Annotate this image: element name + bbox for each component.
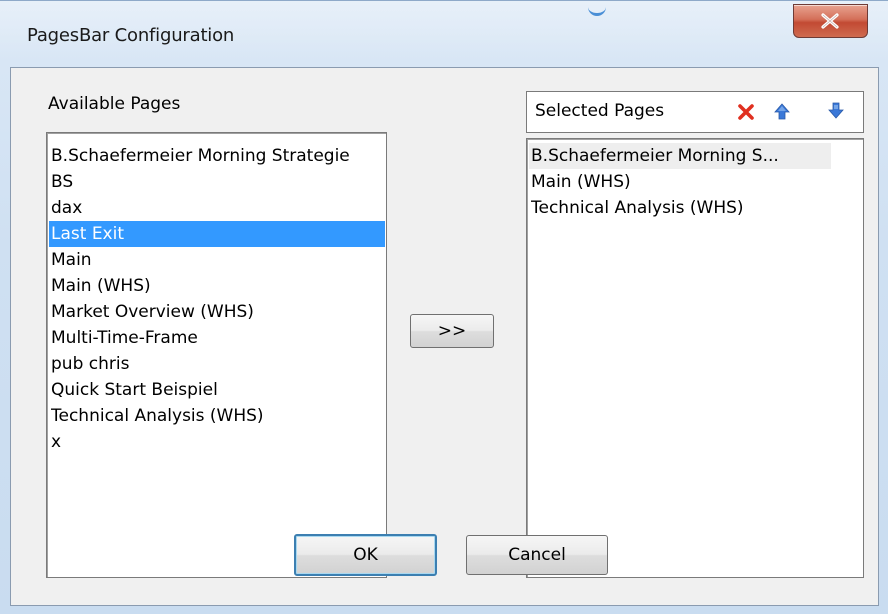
delete-icon[interactable]	[737, 103, 755, 121]
list-item[interactable]: Technical Analysis (WHS)	[531, 195, 744, 221]
selected-pages-header: Selected Pages	[526, 91, 864, 133]
selected-pages-list[interactable]: B.Schaefermeier Morning S... Main (WHS) …	[526, 138, 864, 578]
list-item[interactable]: Market Overview (WHS)	[51, 299, 254, 325]
available-pages-label: Available Pages	[48, 94, 181, 114]
close-button[interactable]	[793, 4, 868, 38]
list-item[interactable]: Quick Start Beispiel	[51, 377, 218, 403]
available-pages-list[interactable]: B.Schaefermeier Morning Strategie BS dax…	[46, 132, 387, 578]
cancel-button[interactable]: Cancel	[466, 535, 608, 575]
close-icon	[821, 13, 839, 29]
window-title: PagesBar Configuration	[27, 25, 235, 46]
move-up-icon[interactable]	[774, 103, 790, 121]
list-item[interactable]: Multi-Time-Frame	[51, 325, 198, 351]
list-item[interactable]: BS	[51, 169, 73, 195]
list-item[interactable]: B.Schaefermeier Morning Strategie	[51, 143, 382, 169]
ok-button[interactable]: OK	[294, 534, 437, 576]
list-item-focused[interactable]: B.Schaefermeier Morning S...	[529, 143, 831, 169]
list-item-selected[interactable]: Last Exit	[49, 221, 385, 247]
list-item[interactable]: Technical Analysis (WHS)	[51, 403, 264, 429]
move-down-icon[interactable]	[828, 102, 844, 120]
list-item[interactable]: dax	[51, 195, 82, 221]
list-item[interactable]: Main	[51, 247, 92, 273]
list-item[interactable]: pub chris	[51, 351, 129, 377]
cancel-button-label: Cancel	[508, 545, 566, 565]
list-item[interactable]: Main (WHS)	[531, 169, 631, 195]
list-item[interactable]: x	[51, 429, 61, 455]
ok-button-label: OK	[353, 545, 378, 565]
add-button[interactable]: >>	[410, 314, 494, 348]
dialog-client-area: Available Pages B.Schaefermeier Morning …	[10, 67, 879, 606]
selected-pages-label: Selected Pages	[535, 101, 665, 121]
add-button-label: >>	[437, 321, 467, 341]
list-item[interactable]: Main (WHS)	[51, 273, 151, 299]
window-frame: PagesBar Configuration Available Pages B…	[0, 0, 888, 614]
